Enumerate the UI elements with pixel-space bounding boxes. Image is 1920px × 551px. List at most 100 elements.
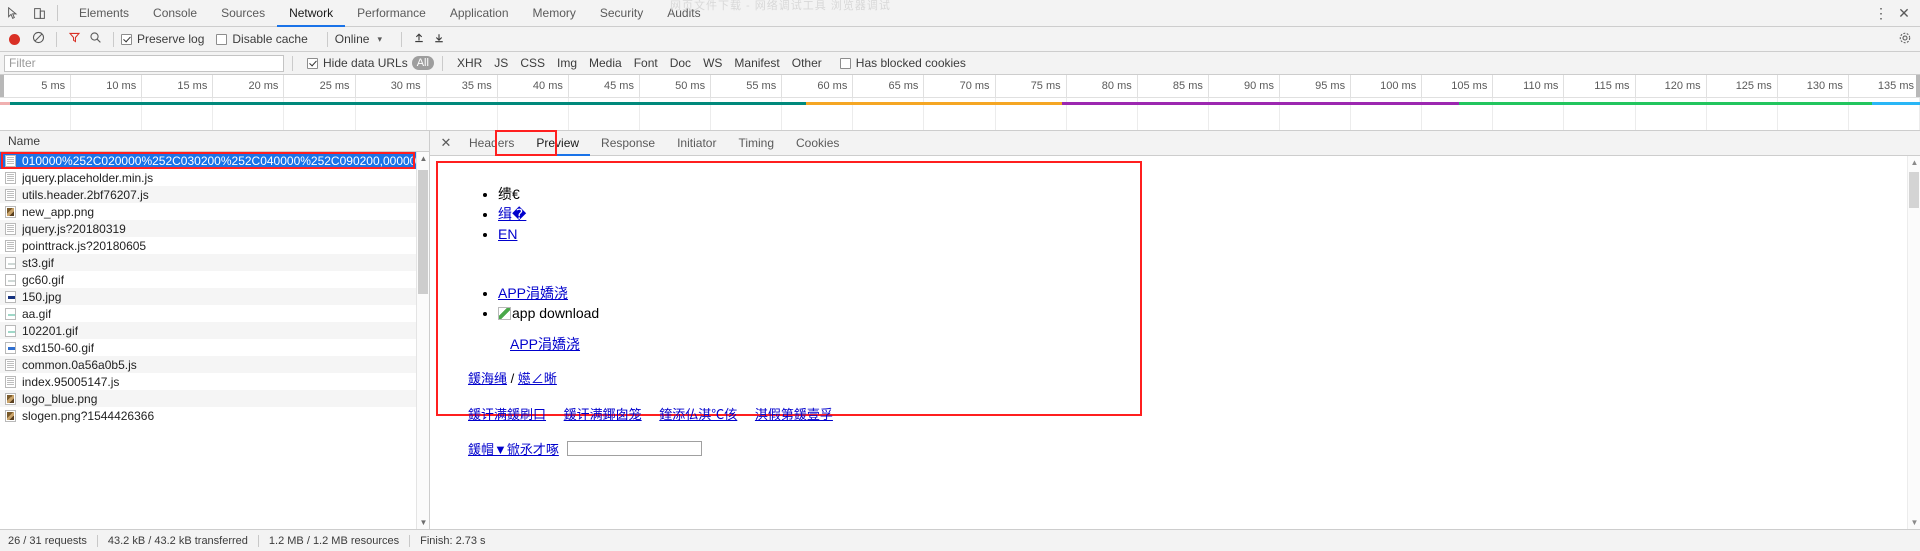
- filter-type-manifest[interactable]: Manifest: [728, 55, 785, 71]
- network-toolbar: Preserve log Disable cache Online ▾: [0, 27, 1920, 52]
- filter-input[interactable]: [4, 54, 284, 72]
- tab-response[interactable]: Response: [590, 131, 666, 156]
- filter-type-img[interactable]: Img: [551, 55, 583, 71]
- table-row[interactable]: 150.jpg: [0, 288, 429, 305]
- has-blocked-cookies-checkbox[interactable]: Has blocked cookies: [839, 56, 966, 70]
- request-column-header[interactable]: Name: [0, 131, 429, 152]
- scrollbar-thumb[interactable]: [418, 170, 428, 294]
- table-row[interactable]: utils.header.2bf76207.js: [0, 186, 429, 203]
- app-link-2[interactable]: APP涓嬌浇: [510, 336, 580, 352]
- nav-link-dropdown[interactable]: 鍰帽▼锨氶才啄: [468, 439, 559, 458]
- status-requests: 26 / 31 requests: [8, 534, 87, 547]
- tab-performance[interactable]: Performance: [345, 0, 438, 27]
- filter-type-xhr[interactable]: XHR: [451, 55, 488, 71]
- filter-type-css[interactable]: CSS: [514, 55, 551, 71]
- has-blocked-cookies-checkbox-box[interactable]: [839, 57, 851, 69]
- nav-link-item-3[interactable]: 鍷添仏淇℃侅: [659, 407, 737, 422]
- close-icon[interactable]: ✕: [1892, 5, 1916, 22]
- filter-type-js[interactable]: JS: [488, 55, 514, 71]
- table-row[interactable]: slogen.png?1544426366: [0, 407, 429, 424]
- filter-type-media[interactable]: Media: [583, 55, 628, 71]
- preserve-log-checkbox[interactable]: Preserve log: [121, 32, 204, 46]
- request-name: st3.gif: [22, 255, 55, 270]
- timeline-tick-label: 60 ms: [782, 75, 854, 97]
- tab-elements[interactable]: Elements: [67, 0, 141, 27]
- script-icon: [5, 239, 16, 252]
- tab-security[interactable]: Security: [588, 0, 655, 27]
- preview-body[interactable]: 缋€ 缉� EN APP涓嬌浇 app download APP涓嬌浇 鍰海绳 …: [430, 156, 1920, 529]
- inspect-element-icon[interactable]: [0, 0, 26, 26]
- table-row[interactable]: 102201.gif: [0, 322, 429, 339]
- hide-data-urls-checkbox[interactable]: Hide data URLs: [307, 56, 408, 70]
- request-list-scrollbar[interactable]: ▲ ▼: [416, 152, 429, 529]
- timeline-right-handle[interactable]: [1916, 75, 1920, 97]
- record-stop-icon[interactable]: [9, 33, 20, 45]
- table-row[interactable]: sxd150-60.gif: [0, 339, 429, 356]
- filter-type-ws[interactable]: WS: [697, 55, 728, 71]
- table-row[interactable]: pointtrack.js?20180605: [0, 237, 429, 254]
- table-row[interactable]: aa.gif: [0, 305, 429, 322]
- table-row[interactable]: 010000%252C020000%252C030200%252C040000%…: [0, 152, 429, 169]
- timeline-tick-label: 115 ms: [1564, 75, 1636, 97]
- app-link-1[interactable]: APP涓嬌浇: [498, 285, 568, 301]
- disable-cache-checkbox[interactable]: Disable cache: [216, 32, 308, 46]
- request-list[interactable]: 010000%252C020000%252C030200%252C040000%…: [0, 152, 429, 529]
- table-row[interactable]: jquery.placeholder.min.js: [0, 169, 429, 186]
- scroll-down-arrow-icon[interactable]: ▼: [1908, 516, 1920, 529]
- tab-memory[interactable]: Memory: [521, 0, 588, 27]
- tab-sources[interactable]: Sources: [209, 0, 277, 27]
- device-toolbar-icon[interactable]: [26, 0, 52, 26]
- clear-icon[interactable]: [27, 31, 49, 47]
- chevron-down-icon[interactable]: ▾: [377, 34, 382, 45]
- network-overview-timeline[interactable]: 5 ms 10 ms 15 ms 20 ms 25 ms 30 ms 35 ms 40 ms 4…: [0, 75, 1920, 131]
- nav-link-item-2[interactable]: 鍰讦满鎁囱笼: [564, 407, 642, 422]
- search-icon[interactable]: [89, 31, 102, 47]
- filter-type-other[interactable]: Other: [786, 55, 828, 71]
- scroll-up-arrow-icon[interactable]: ▲: [417, 152, 429, 165]
- request-list-pane: Name 010000%252C020000%252C030200%252C04…: [0, 131, 430, 529]
- kebab-menu-icon[interactable]: ⋮: [1870, 5, 1892, 22]
- nav-link-secondary[interactable]: 嬨∠晰: [518, 371, 557, 386]
- throttling-select[interactable]: Online: [335, 32, 370, 46]
- nav-link-item-1[interactable]: 鍰讦满鍰刷口: [468, 407, 546, 422]
- table-row[interactable]: new_app.png: [0, 203, 429, 220]
- tab-cookies[interactable]: Cookies: [785, 131, 850, 156]
- table-row[interactable]: jquery.js?20180319: [0, 220, 429, 237]
- hide-data-urls-checkbox-box[interactable]: [307, 57, 318, 69]
- lang-item-tw-link[interactable]: 缉�: [498, 206, 526, 222]
- filter-type-font[interactable]: Font: [628, 55, 664, 71]
- tab-initiator[interactable]: Initiator: [666, 131, 727, 156]
- gear-icon[interactable]: [1898, 31, 1920, 48]
- table-row[interactable]: common.0a56a0b5.js: [0, 356, 429, 373]
- image-icon: [5, 256, 16, 269]
- table-row[interactable]: index.95005147.js: [0, 373, 429, 390]
- scroll-up-arrow-icon[interactable]: ▲: [1908, 156, 1920, 169]
- request-name: sxd150-60.gif: [22, 340, 95, 355]
- preserve-log-checkbox-box[interactable]: [121, 33, 132, 45]
- filter-type-all[interactable]: All: [411, 56, 434, 70]
- tab-console[interactable]: Console: [141, 0, 209, 27]
- topbar-right-controls: ⋮ ✕: [1870, 5, 1920, 22]
- nav-link-home[interactable]: 鍰海绳: [468, 371, 507, 386]
- import-har-icon[interactable]: [409, 31, 429, 47]
- scroll-down-arrow-icon[interactable]: ▼: [417, 516, 429, 529]
- tab-timing[interactable]: Timing: [727, 131, 785, 156]
- timeline-left-handle[interactable]: [0, 75, 4, 97]
- devtools-main-tabbar: Elements Console Sources Network Perform…: [0, 0, 1920, 27]
- table-row[interactable]: st3.gif: [0, 254, 429, 271]
- disable-cache-checkbox-box[interactable]: [216, 33, 228, 45]
- tab-network[interactable]: Network: [277, 0, 346, 27]
- hide-data-urls-label: Hide data URLs: [323, 56, 408, 70]
- preview-scrollbar[interactable]: ▲ ▼: [1907, 156, 1920, 529]
- scrollbar-thumb[interactable]: [1909, 172, 1919, 208]
- filter-type-doc[interactable]: Doc: [664, 55, 697, 71]
- export-har-icon[interactable]: [429, 31, 449, 47]
- close-panel-icon[interactable]: ✕: [434, 135, 458, 151]
- table-row[interactable]: gc60.gif: [0, 271, 429, 288]
- lang-item-en-link[interactable]: EN: [498, 226, 517, 242]
- preview-search-input[interactable]: [566, 441, 702, 456]
- tab-application[interactable]: Application: [438, 0, 521, 27]
- table-row[interactable]: logo_blue.png: [0, 390, 429, 407]
- nav-link-item-4[interactable]: 淇假第鍰壹孚: [755, 407, 833, 422]
- filter-funnel-icon[interactable]: [68, 31, 81, 47]
